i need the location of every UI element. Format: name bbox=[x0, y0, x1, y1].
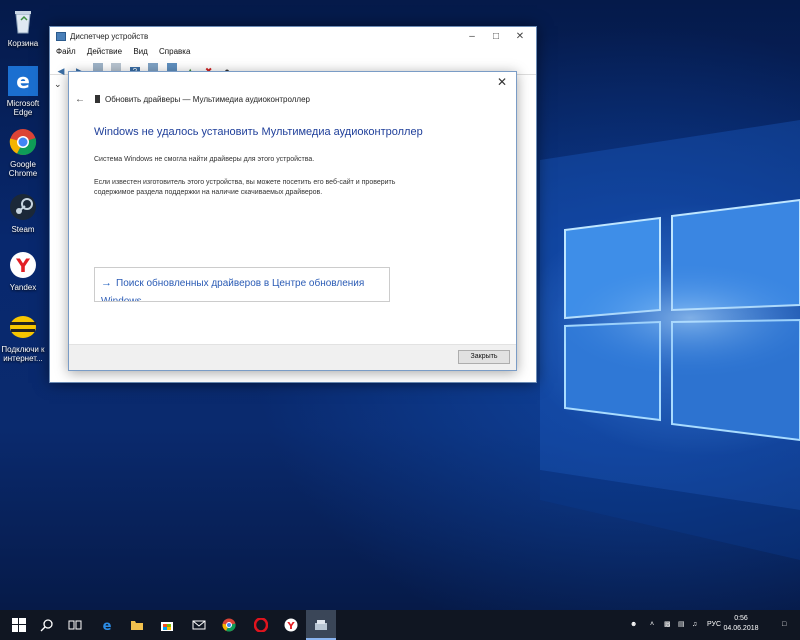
menu-file[interactable]: Файл bbox=[56, 47, 76, 56]
window-title: Диспетчер устройств bbox=[70, 32, 149, 41]
taskbar: e Y ☻ ˄ ▩ ▤ ♫ РУС 0:56 04.06.2018 □ bbox=[0, 610, 800, 640]
svg-text:Y: Y bbox=[286, 621, 295, 632]
desktop-icon-chrome[interactable]: Google Chrome bbox=[0, 127, 46, 178]
taskbar-file-explorer[interactable] bbox=[122, 610, 152, 640]
store-icon bbox=[161, 622, 173, 631]
language-indicator[interactable]: РУС bbox=[707, 610, 721, 640]
folder-icon bbox=[131, 621, 143, 630]
close-icon[interactable]: ✕ bbox=[508, 29, 532, 45]
network-icon[interactable]: ▤ bbox=[678, 610, 685, 640]
chrome-icon bbox=[8, 127, 38, 157]
dialog-close-icon[interactable]: ✕ bbox=[494, 74, 510, 90]
device-manager-titlebar[interactable]: Диспетчер устройств – □ ✕ bbox=[50, 27, 536, 47]
opera-icon bbox=[254, 618, 268, 632]
desktop-icon-steam[interactable]: Steam bbox=[0, 192, 46, 234]
close-button[interactable]: Закрыть bbox=[458, 350, 510, 364]
menu-help[interactable]: Справка bbox=[159, 47, 190, 56]
taskbar-device-manager[interactable] bbox=[306, 610, 336, 640]
device-manager-icon bbox=[315, 620, 327, 630]
dialog-hint: Если известен изготовитель этого устройс… bbox=[94, 179, 396, 196]
device-tree[interactable]: ⌄ bbox=[54, 79, 62, 90]
desktop-icon-recycle-bin[interactable]: Корзина bbox=[0, 6, 46, 48]
recycle-bin-icon bbox=[8, 6, 38, 36]
search-button[interactable] bbox=[32, 610, 62, 640]
arrow-right-icon: → bbox=[101, 277, 112, 289]
menu-bar: Файл Действие Вид Справка bbox=[50, 47, 536, 61]
search-icon bbox=[40, 619, 53, 632]
notifications-icon[interactable]: □ bbox=[782, 610, 786, 640]
chrome-icon bbox=[222, 618, 236, 632]
start-button[interactable] bbox=[4, 610, 34, 640]
device-manager-icon bbox=[56, 32, 66, 41]
svg-text:e: e bbox=[16, 69, 30, 93]
edge-icon: e bbox=[103, 619, 112, 632]
desktop-icon-label: Steam bbox=[11, 225, 35, 234]
clock[interactable]: 0:56 04.06.2018 bbox=[722, 614, 760, 634]
desktop-icon-edge[interactable]: e Microsoft Edge bbox=[0, 66, 46, 117]
maximize-icon[interactable]: □ bbox=[484, 29, 508, 45]
dialog-header-text: Обновить драйверы — Мультимедиа аудиокон… bbox=[105, 95, 310, 104]
clock-time: 0:56 bbox=[734, 615, 748, 622]
beeline-icon bbox=[8, 312, 38, 342]
yandex-icon: Y bbox=[284, 618, 298, 632]
taskbar-chrome[interactable] bbox=[214, 610, 244, 640]
task-view-button[interactable] bbox=[60, 610, 90, 640]
back-arrow-icon[interactable]: ◀ bbox=[56, 66, 66, 76]
dialog-message: Система Windows не смогла найти драйверы… bbox=[94, 156, 315, 163]
dialog-footer: Закрыть bbox=[69, 344, 516, 370]
desktop-background: Корзина e Microsoft Edge Google Chrome S… bbox=[0, 0, 800, 610]
back-arrow-icon[interactable]: ← bbox=[75, 94, 87, 105]
menu-action[interactable]: Действие bbox=[87, 47, 122, 56]
desktop-icon-label: Корзина bbox=[7, 39, 39, 48]
clock-date: 04.06.2018 bbox=[723, 625, 759, 632]
desktop-icon-label: Google Chrome bbox=[8, 160, 38, 178]
chevron-up-icon[interactable]: ˄ bbox=[650, 610, 654, 640]
minimize-icon[interactable]: – bbox=[460, 29, 484, 45]
steam-icon bbox=[8, 192, 38, 222]
option-label: Поиск обновленных драйверов в Центре обн… bbox=[101, 278, 365, 302]
people-icon[interactable]: ☻ bbox=[630, 610, 637, 640]
taskbar-store[interactable] bbox=[152, 610, 182, 640]
taskbar-mail[interactable] bbox=[184, 610, 214, 640]
mail-icon bbox=[192, 620, 206, 630]
dialog-header: ← Обновить драйверы — Мультимедиа аудиоко… bbox=[75, 94, 310, 105]
desktop-icon-label: Подключи к интернет... bbox=[1, 345, 45, 363]
app-tray-icon[interactable]: ▩ bbox=[664, 610, 671, 640]
update-drivers-dialog[interactable]: ✕ ← Обновить драйверы — Мультимедиа аудио… bbox=[68, 71, 517, 371]
yandex-icon: Y bbox=[8, 250, 38, 280]
task-view-icon bbox=[68, 620, 82, 630]
device-icon bbox=[95, 95, 100, 103]
taskbar-edge[interactable]: e bbox=[92, 610, 122, 640]
menu-view[interactable]: Вид bbox=[133, 47, 147, 56]
edge-icon: e bbox=[8, 66, 38, 96]
svg-text:Y: Y bbox=[15, 255, 30, 277]
taskbar-opera[interactable] bbox=[246, 610, 276, 640]
volume-icon[interactable]: ♫ bbox=[692, 610, 697, 640]
dialog-heading: Windows не удалось установить Мультимеди… bbox=[94, 126, 423, 138]
desktop-icon-beeline[interactable]: Подключи к интернет... bbox=[0, 312, 46, 363]
taskbar-yandex[interactable]: Y bbox=[276, 610, 306, 640]
windows-start-icon bbox=[12, 618, 26, 632]
desktop-icon-label: Microsoft Edge bbox=[6, 99, 40, 117]
svg-text:e: e bbox=[103, 619, 112, 632]
desktop-icon-yandex[interactable]: Y Yandex bbox=[0, 250, 46, 292]
desktop-icon-label: Yandex bbox=[9, 283, 37, 292]
windows-update-search-option[interactable]: → Поиск обновленных драйверов в Центре об… bbox=[94, 267, 390, 302]
